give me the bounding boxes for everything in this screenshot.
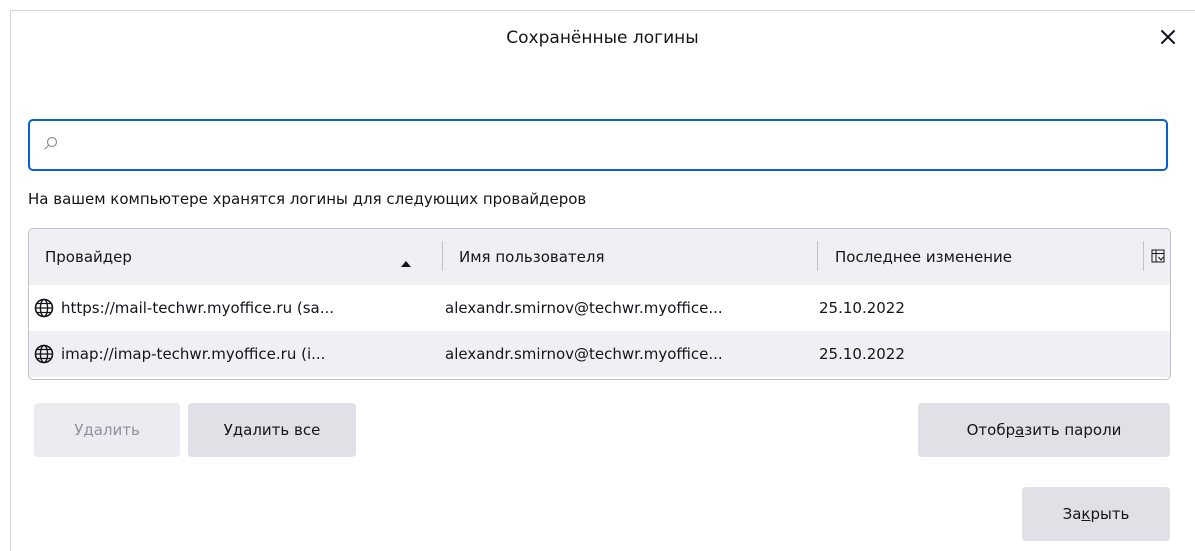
table-row[interactable]: https://mail-techwr.myoffice.ru (sa... a… <box>29 285 1170 331</box>
cell-last-modified: 25.10.2022 <box>819 299 905 317</box>
dialog-title: Сохранённые логины <box>506 28 699 48</box>
intro-text: На вашем компьютере хранятся логины для … <box>28 190 587 208</box>
remove-all-accesskey: д <box>232 421 244 439</box>
cell-provider: https://mail-techwr.myoffice.ru (sa... <box>61 299 335 317</box>
cell-username: alexandr.smirnov@techwr.myoffice... <box>445 345 723 363</box>
close-icon[interactable] <box>1155 24 1181 50</box>
search-box[interactable] <box>28 119 1168 171</box>
remove-all-button[interactable]: Удалить все <box>188 403 356 457</box>
column-divider[interactable] <box>1143 241 1144 271</box>
column-header-username[interactable]: Имя пользователя <box>459 229 605 285</box>
remove-all-label-start: У <box>223 421 233 439</box>
remove-label-start: У <box>74 421 84 439</box>
remove-all-label-end: алить все <box>243 421 321 439</box>
search-icon <box>42 135 60 153</box>
dialog-top-border <box>10 10 1195 11</box>
table-header: Провайдер Имя пользователя Последнее изм… <box>29 229 1170 286</box>
show-passwords-accesskey: а <box>1015 421 1025 439</box>
table-row[interactable]: imap://imap-techwr.myoffice.ru (i... ale… <box>29 331 1170 377</box>
remove-accesskey: д <box>83 421 94 439</box>
remove-label-end: алить <box>93 421 140 439</box>
column-divider[interactable] <box>442 241 443 271</box>
cell-last-modified: 25.10.2022 <box>819 345 905 363</box>
column-divider[interactable] <box>817 241 818 271</box>
logins-table: Провайдер Имя пользователя Последнее изм… <box>28 228 1171 380</box>
sort-ascending-icon <box>400 253 412 267</box>
column-header-provider[interactable]: Провайдер <box>45 229 132 285</box>
show-passwords-button[interactable]: Отобразить пароли <box>918 403 1170 457</box>
close-label-start: За <box>1062 505 1082 523</box>
cell-username: alexandr.smirnov@techwr.myoffice... <box>445 299 723 317</box>
close-button[interactable]: Закрыть <box>1022 487 1170 541</box>
globe-icon <box>34 344 54 364</box>
show-passwords-label-end: зить пароли <box>1024 421 1122 439</box>
column-header-last-modified[interactable]: Последнее изменение <box>835 229 1012 285</box>
dialog-left-border <box>10 10 11 551</box>
cell-provider: imap://imap-techwr.myoffice.ru (i... <box>61 345 326 363</box>
search-input[interactable] <box>70 121 1164 171</box>
close-label-end: рыть <box>1090 505 1130 523</box>
remove-button[interactable]: Удалить <box>34 403 180 457</box>
column-picker-icon[interactable] <box>1151 248 1165 263</box>
globe-icon <box>34 298 54 318</box>
show-passwords-label-start: Отобр <box>966 421 1016 439</box>
